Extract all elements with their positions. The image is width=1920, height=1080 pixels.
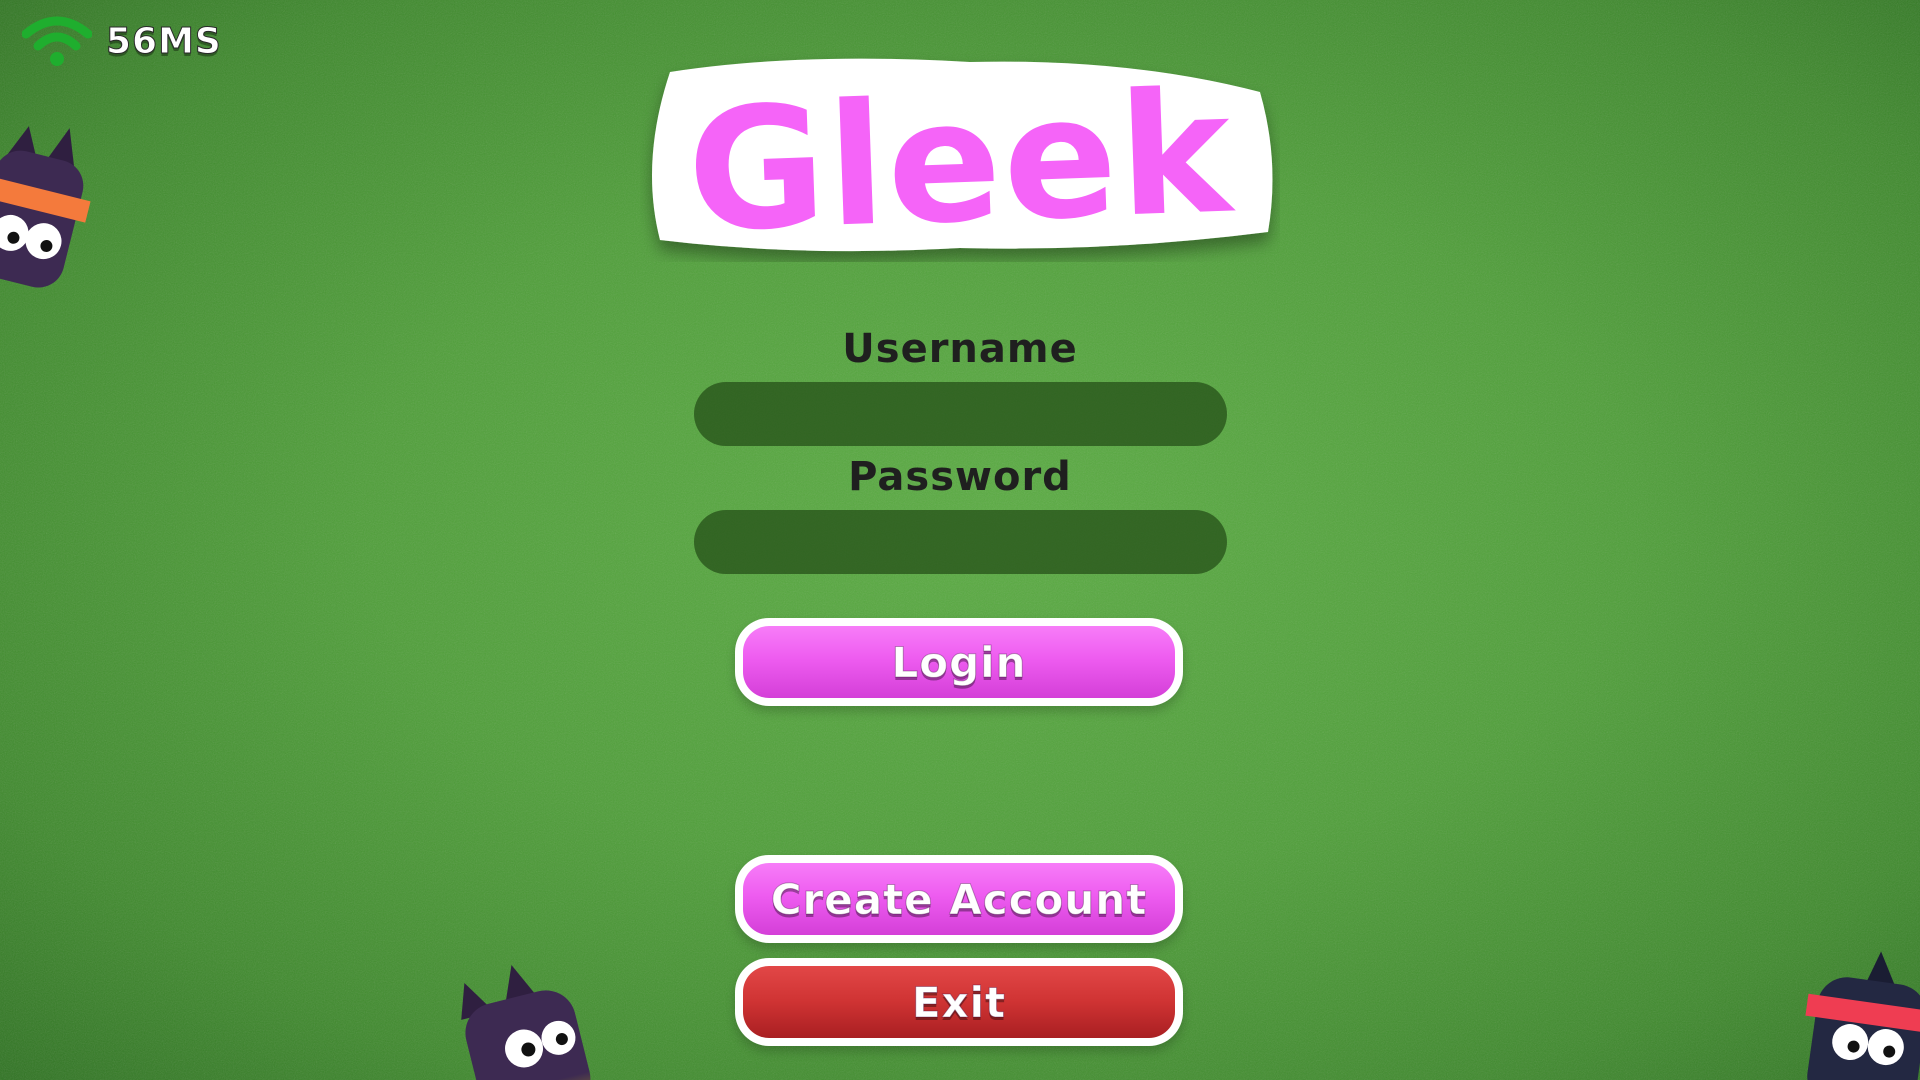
game-title: Gleek xyxy=(684,55,1237,262)
username-input[interactable] xyxy=(694,382,1227,446)
username-label: Username xyxy=(842,326,1078,372)
login-button-label: Login xyxy=(743,626,1175,698)
network-status: 56MS xyxy=(22,14,222,68)
exit-button-label: Exit xyxy=(743,966,1175,1038)
ninja-cat-mascot-bottom-right xyxy=(1805,951,1920,1080)
create-account-button-label: Create Account xyxy=(743,863,1175,935)
wifi-icon xyxy=(22,16,92,66)
exit-button[interactable]: Exit xyxy=(735,958,1183,1046)
create-account-button[interactable]: Create Account xyxy=(735,855,1183,943)
ninja-cat-mascot-top-left xyxy=(0,126,91,288)
password-input[interactable] xyxy=(694,510,1227,574)
ping-value: 56MS xyxy=(106,20,222,62)
login-button[interactable]: Login xyxy=(735,618,1183,706)
cat-mascot-bottom xyxy=(461,965,591,1080)
password-label: Password xyxy=(848,454,1072,500)
game-logo: Gleek xyxy=(652,55,1273,262)
